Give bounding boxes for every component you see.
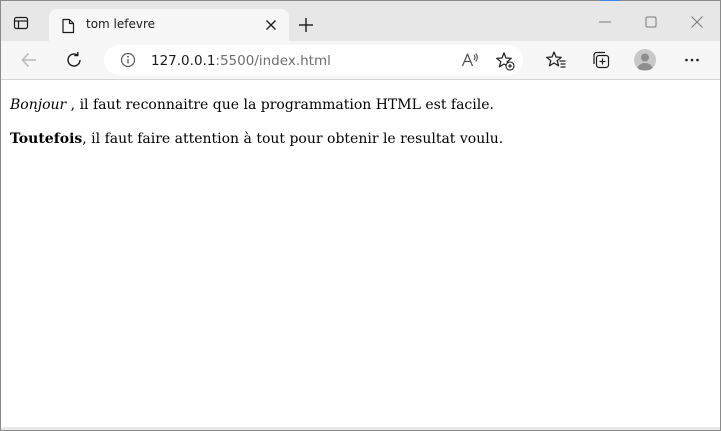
emphasis-text: Bonjour	[10, 97, 67, 113]
window-close-icon[interactable]	[690, 15, 704, 29]
strong-text: Toutefois	[10, 131, 83, 147]
url-host: 127.0.0.1	[151, 53, 216, 69]
info-icon[interactable]	[120, 52, 136, 68]
favorites-icon[interactable]	[546, 50, 566, 70]
url-path: :5500/index.html	[215, 53, 331, 69]
paragraph-text: , il faut faire attention à tout pour ob…	[82, 131, 504, 147]
url-text[interactable]: 127.0.0.1:5500/index.html	[151, 53, 331, 69]
tab-actions-icon[interactable]	[13, 15, 29, 31]
navigation-toolbar: 127.0.0.1:5500/index.html	[1, 41, 720, 80]
collections-icon[interactable]	[591, 50, 611, 70]
new-tab-plus-icon[interactable]	[298, 17, 314, 33]
person-icon	[637, 53, 653, 70]
paragraph-caution: Toutefois, il faut faire attention à tou…	[10, 131, 503, 147]
paragraph-greeting: Bonjour , il faut reconnaitre que la pro…	[10, 97, 494, 113]
tab-active[interactable]: tom lefevre	[49, 9, 289, 42]
profile-avatar-icon[interactable]	[634, 49, 656, 71]
window-bottom-edge	[1, 427, 720, 430]
refresh-icon[interactable]	[65, 51, 83, 69]
tab-title: tom lefevre	[86, 17, 156, 31]
more-icon[interactable]	[683, 51, 701, 69]
tab-strip: tom lefevre	[1, 1, 720, 42]
add-favorite-icon[interactable]	[495, 51, 515, 71]
read-aloud-icon[interactable]	[461, 51, 479, 69]
maximize-icon[interactable]	[644, 15, 658, 29]
tab-close-icon[interactable]	[265, 19, 277, 31]
back-arrow-icon[interactable]	[20, 51, 38, 69]
address-bar[interactable]: 127.0.0.1:5500/index.html	[104, 45, 523, 75]
page-icon	[62, 18, 75, 34]
page-content: Bonjour , il faut reconnaitre que la pro…	[1, 80, 720, 430]
minimize-icon[interactable]	[598, 15, 612, 29]
paragraph-text: , il faut reconnaitre que la programmati…	[66, 97, 494, 113]
browser-window: tom lefevre 127.0.0.1:5500/index.html Bo…	[0, 0, 721, 431]
